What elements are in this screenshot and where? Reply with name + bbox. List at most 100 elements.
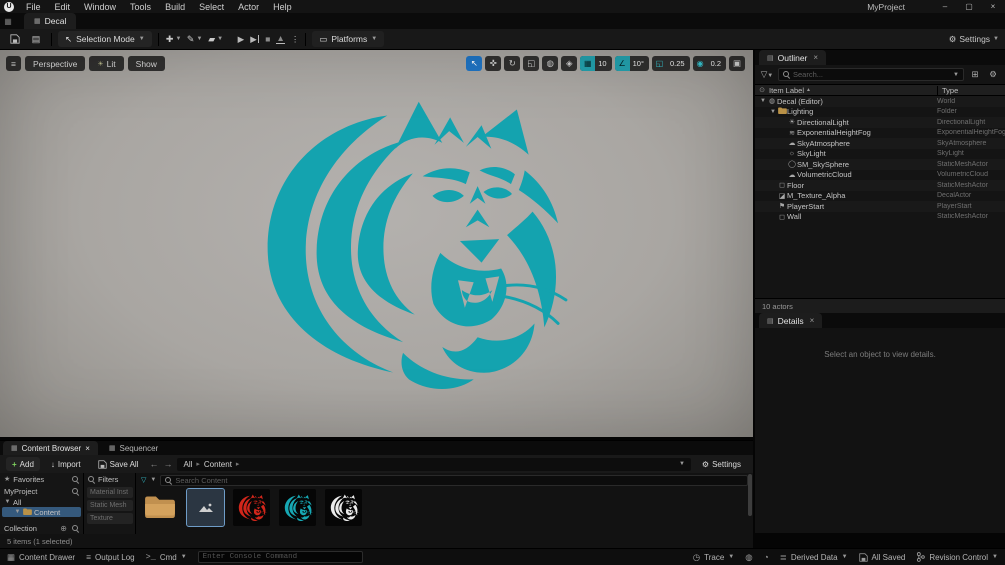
breadcrumb[interactable]: All ▸ Content ▸ ▼ [177,457,691,471]
project-header[interactable]: MyProject [0,485,83,497]
column-type[interactable]: Type [937,85,1005,95]
rotate-tool-icon[interactable]: ↻ [504,56,521,71]
world-icon[interactable]: ◍ [745,552,752,563]
tab-details[interactable]: ▤ Details × [759,313,823,328]
outliner-row[interactable]: ▼ ◍ Decal (Editor) World [755,96,1005,107]
magnet-tool-icon[interactable]: ◈ [561,56,578,71]
import-button[interactable]: ↓ Import [45,457,87,471]
menu-actor[interactable]: Actor [231,0,266,13]
insights-icon[interactable]: ◔ [764,552,769,562]
filter-chip-texture[interactable]: Texture [87,513,133,524]
move-tool-icon[interactable]: ✜ [485,56,502,71]
cursor-tool-icon[interactable]: ↖ [466,56,483,71]
outliner-row[interactable]: ☀ DirectionalLight DirectionalLight [755,117,1005,128]
selection-mode-dropdown[interactable]: ↖ Selection Mode ▼ [58,31,152,47]
minimize-button[interactable]: – [933,0,957,13]
close-button[interactable]: × [981,0,1005,13]
filters-header[interactable]: Filters [84,473,135,485]
lit-mode-button[interactable]: ☀ Lit [89,56,124,71]
play-button[interactable]: ▶ [238,34,245,45]
eye-icon[interactable]: ⊙ [755,86,769,94]
content-search[interactable] [160,474,748,486]
menu-tools[interactable]: Tools [123,0,158,13]
search-icon[interactable] [72,524,79,532]
menu-window[interactable]: Window [77,0,123,13]
perspective-button[interactable]: Perspective [24,56,86,71]
revision-control-dropdown[interactable]: Revision Control ▼ [916,552,998,562]
tab-decal[interactable]: ▦ Decal [24,13,77,29]
menu-help[interactable]: Help [266,0,299,13]
content-drawer-button[interactable]: ▦ Content Drawer [7,552,75,563]
add-collection-icon[interactable]: ⊕ [60,524,67,533]
outliner-search-input[interactable] [793,70,951,79]
tree-item-content[interactable]: ▼ Content [2,507,81,517]
search-icon[interactable] [72,487,79,495]
skip-frame-button[interactable]: ▶ [250,34,260,45]
outliner-row[interactable]: ☁ SkyAtmosphere SkyAtmosphere [755,138,1005,149]
outliner-row[interactable]: ◯ SM_SkySphere StaticMeshActor [755,159,1005,170]
asset-tiger-4[interactable] [325,489,362,526]
settings-dropdown[interactable]: ⚙ Settings ▼ [949,31,999,47]
forward-icon[interactable]: → [163,459,172,469]
outliner-settings-icon[interactable]: ⚙ [986,69,1000,80]
outliner-row[interactable]: ▼ Lighting Folder [755,107,1005,118]
scale-snap-chip[interactable]: ◱ 0.25 [651,56,690,71]
menu-file[interactable]: File [19,0,48,13]
menu-edit[interactable]: Edit [48,0,78,13]
asset-tiger-3[interactable] [279,489,316,526]
outliner-row[interactable]: ☁ VolumetricCloud VolumetricCloud [755,170,1005,181]
menu-select[interactable]: Select [192,0,231,13]
save-all-button[interactable]: Save All [92,457,145,471]
scale-tool-icon[interactable]: ◱ [523,56,540,71]
breadcrumb-all[interactable]: All [183,460,192,469]
eject-button[interactable]: ▲ [276,34,285,44]
path-dropdown-icon[interactable]: ▼ [679,461,685,467]
cinematics-icon[interactable]: ▰ ▼ [207,31,225,47]
tab-sequencer[interactable]: ▦ Sequencer [101,441,166,455]
all-saved-button[interactable]: All Saved [858,553,905,562]
viewport-menu-icon[interactable]: ≡ [6,56,21,71]
camera-snap-chip[interactable]: ◉ 0.2 [692,56,726,71]
add-actor-icon[interactable]: ✚ ▼ [165,31,183,47]
tab-menu-icon[interactable]: ▦ [0,13,16,29]
angle-snap-chip[interactable]: ∠ 10° [614,56,649,71]
search-icon[interactable] [72,475,79,483]
collection-header[interactable]: Collection ⊕ [0,522,83,534]
asset-texture[interactable] [186,488,225,527]
derived-data-dropdown[interactable]: ≣ Derived Data ▼ [780,552,848,563]
content-search-input[interactable] [175,475,743,485]
blueprints-icon[interactable]: ✎ ▼ [186,31,204,47]
outliner-row[interactable]: ≋ ExponentialHeightFog ExponentialHeightFo… [755,128,1005,139]
grid-snap-chip[interactable]: ▦ 10 [580,56,612,71]
outliner-row[interactable]: ◻ Floor StaticMeshActor [755,180,1005,191]
favorites-header[interactable]: ★ Favorites [0,473,83,485]
back-icon[interactable]: ← [149,459,158,469]
play-options-icon[interactable]: ⋮ [291,34,300,45]
platforms-dropdown[interactable]: ▭ Platforms ▼ [312,31,385,47]
level-viewport[interactable]: ≡ Perspective ☀ Lit Show ↖ ✜ ↻ ◱ ◍ ◈ ▦ 10 ∠ 10° ◱ 0… [0,50,753,437]
filter-chip-static-mesh[interactable]: Static Mesh [87,500,133,511]
scrollbar[interactable] [747,473,752,534]
filter-funnel-icon[interactable]: ▽ [141,476,146,484]
asset-tiger-2[interactable] [233,489,270,526]
breadcrumb-content[interactable]: Content [204,460,232,469]
outliner-row[interactable]: ⚑ PlayerStart PlayerStart [755,201,1005,212]
cmd-dropdown[interactable]: >_ Cmd ▼ [146,552,187,562]
stop-button[interactable]: ■ [265,34,270,44]
menu-build[interactable]: Build [158,0,192,13]
trace-dropdown[interactable]: ◷ Trace ▼ [693,552,735,563]
output-log-button[interactable]: ≡ Output Log [86,552,135,562]
tab-outliner[interactable]: ▤ Outliner × [759,50,827,65]
close-icon[interactable]: × [813,53,818,62]
outliner-search[interactable]: ▼ [778,68,964,81]
filter-icon[interactable]: ▽▼ [760,69,774,80]
add-button[interactable]: + Add [6,457,40,471]
outliner-row[interactable]: ◪ M_Texture_Alpha DecalActor [755,191,1005,202]
console-command-input[interactable] [197,551,363,563]
column-item-label[interactable]: Item Label ▲ [769,86,937,95]
globe-tool-icon[interactable]: ◍ [542,56,559,71]
tree-item-all[interactable]: ▼ All [0,497,83,507]
show-flags-button[interactable]: Show [127,56,165,71]
editor-modes-icon[interactable]: ▤ [27,31,45,47]
tab-content-browser[interactable]: ▦ Content Browser × [3,441,98,455]
